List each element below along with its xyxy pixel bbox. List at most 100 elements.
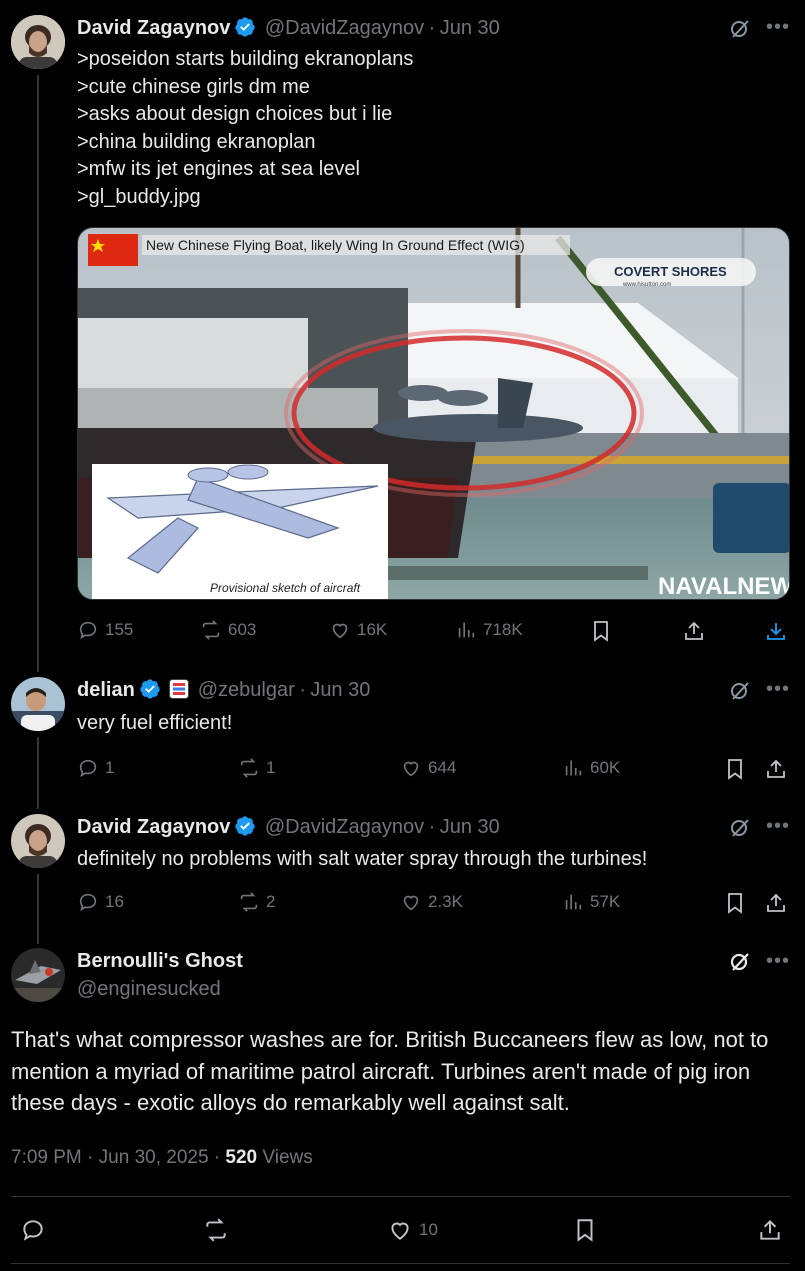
share-icon [760,1219,780,1240]
reply-icon [79,893,97,912]
separator-dot: · [213,1147,221,1168]
tweet-text: definitely no problems with salt water s… [77,848,648,870]
repost-button[interactable] [203,1217,229,1248]
download-icon [767,623,785,640]
repost-icon [240,892,258,912]
views-count: 718K [483,620,523,639]
tweet-text: very fuel efficient! [77,712,233,734]
share-icon [767,759,785,778]
more-icon[interactable]: ••• [766,815,790,838]
like-button[interactable]: 644 [400,757,456,779]
bookmark-button[interactable] [723,891,747,920]
tweet-header: delian @zebulgar · Jun 30 [77,678,370,702]
share-icon [685,621,703,640]
separator-dot: · [87,1147,94,1168]
author-handle[interactable]: @zebulgar [198,679,295,701]
divider [11,1263,790,1264]
sketch-caption: Provisional sketch of aircraft [210,581,361,595]
tweet-media[interactable]: New Chinese Flying Boat, likely Wing In … [77,227,790,600]
share-button[interactable] [757,1217,783,1248]
share-button[interactable] [764,757,788,786]
avatar[interactable] [11,15,65,69]
media-caption: New Chinese Flying Boat, likely Wing In … [146,237,525,253]
repost-count: 1 [266,758,276,777]
views-number: 520 [225,1147,258,1168]
views-button[interactable]: 57K [562,891,620,913]
main-author: Bernoulli's Ghost @enginesucked [77,950,243,1001]
thread-line [37,737,39,809]
more-icon[interactable]: ••• [766,950,790,973]
avatar-image [11,677,65,731]
watermark-url: www.hisutton.com [622,282,671,288]
reply-count: 16 [105,892,124,911]
share-button[interactable] [682,619,706,648]
reply-button[interactable]: 16 [77,891,124,913]
download-button[interactable] [764,619,788,648]
reply-button[interactable]: 1 [77,757,114,779]
views-count: 57K [590,892,621,911]
like-button[interactable]: 2.3K [400,891,463,913]
repost-icon [206,1218,226,1242]
like-button[interactable]: 10 [387,1217,438,1243]
thread-line [37,75,39,672]
reply-icon [23,1220,43,1241]
author-handle[interactable]: @enginesucked [77,978,243,1001]
avatar[interactable] [11,677,65,731]
views-label: Views [262,1147,313,1168]
main-tweet-text: That's what compressor washes are for. B… [11,1027,769,1115]
avatar[interactable] [11,948,65,1002]
repost-button[interactable]: 603 [200,619,256,641]
views-icon [565,760,582,776]
repost-button[interactable]: 1 [238,757,275,779]
bookmark-icon [728,759,742,780]
bookmark-icon [577,1219,593,1242]
heart-icon [391,1222,409,1240]
bookmark-button[interactable] [589,619,613,648]
tweet-date[interactable]: Jun 30 [310,679,370,701]
verified-badge-icon [235,816,256,836]
author-handle[interactable]: @DavidZagaynov [265,816,424,838]
author-name[interactable]: David Zagaynov [77,816,230,838]
reply-button[interactable]: 155 [77,619,133,641]
grok-icon[interactable] [728,17,752,46]
tweet-time[interactable]: 7:09 PM [11,1147,82,1168]
bookmark-icon [728,893,742,914]
verified-badge-icon [235,17,256,37]
author-name[interactable]: Bernoulli's Ghost [77,950,243,973]
like-count: 16K [357,620,388,639]
views-button[interactable]: 60K [562,757,620,779]
repost-count: 2 [266,892,276,911]
grok-icon[interactable] [728,816,752,845]
tweet-date[interactable]: Jun 30 [440,816,500,838]
tweet-header: David Zagaynov @DavidZagaynov · Jun 30 [77,815,500,839]
grok-icon[interactable] [728,679,752,708]
divider [11,1196,790,1197]
more-icon[interactable]: ••• [766,678,790,701]
affiliate-badge-icon[interactable] [169,679,190,699]
avatar[interactable] [11,814,65,868]
heart-icon [403,761,419,777]
repost-icon [202,620,220,640]
tweet-date[interactable]: Jun 30 [440,17,500,39]
reply-button[interactable] [20,1217,46,1248]
author-handle[interactable]: @DavidZagaynov [265,17,424,39]
views-count: 60K [590,758,621,777]
grok-icon[interactable] [728,950,752,979]
repost-button[interactable]: 2 [238,891,275,913]
author-name[interactable]: delian [77,679,135,701]
share-button[interactable] [764,891,788,920]
like-button[interactable]: 16K [329,619,387,641]
tweet-full-date[interactable]: Jun 30, 2025 [99,1147,209,1168]
author-name[interactable]: David Zagaynov [77,17,230,39]
bookmark-button[interactable] [723,757,747,786]
watermark-covert-shores: COVERT SHORES [614,264,727,279]
tweet-text: >poseidon starts building ekranoplans >c… [77,48,414,208]
avatar-image [11,948,65,1002]
watermark-navalnews: NAVALNEWS [658,573,790,600]
views-button[interactable]: 718K [455,619,523,641]
reply-count: 155 [105,620,134,639]
media-photo: New Chinese Flying Boat, likely Wing In … [78,228,790,600]
more-icon[interactable]: ••• [766,16,790,39]
bookmark-button[interactable] [572,1217,598,1248]
thread-line [37,874,39,944]
